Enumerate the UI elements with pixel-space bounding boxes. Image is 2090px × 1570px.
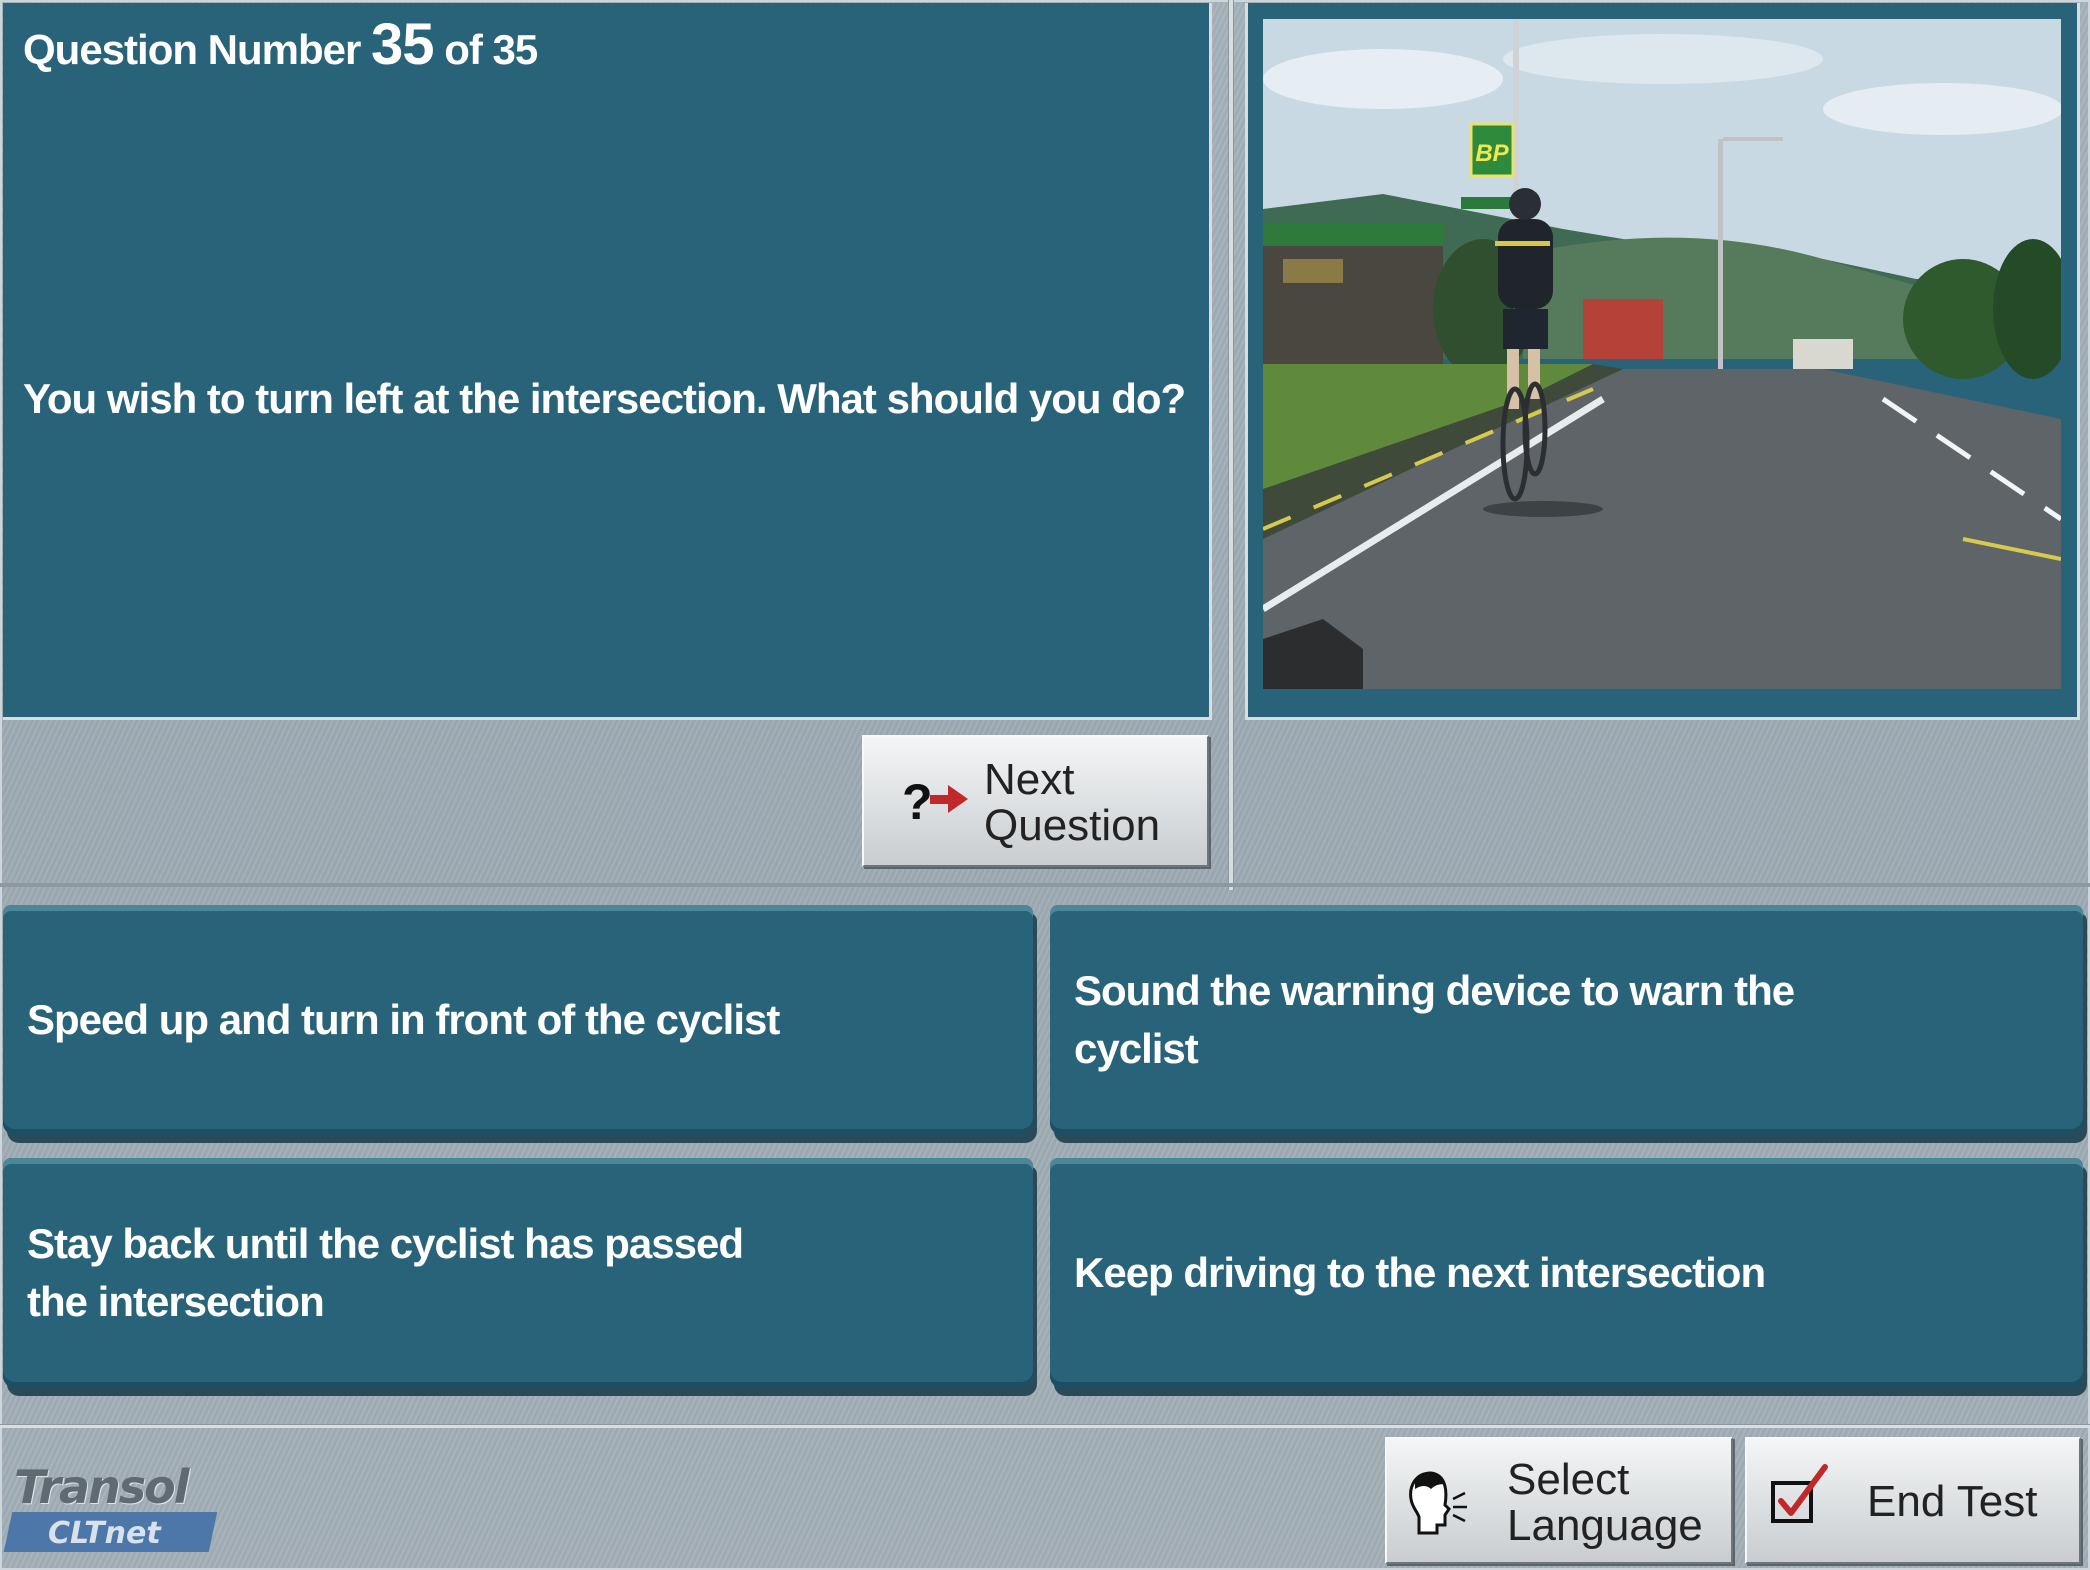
logo-top-text: Transol xyxy=(14,1460,190,1514)
select-language-label: Select Language xyxy=(1507,1457,1703,1549)
answer-option-3[interactable]: Stay back until the cyclist has passed t… xyxy=(3,1158,1033,1388)
transol-logo: Transol CLTnet xyxy=(3,1460,226,1555)
question-text: You wish to turn left at the intersectio… xyxy=(23,375,1186,422)
next-question-line2: Question xyxy=(984,801,1161,850)
image-panel: BP xyxy=(1245,3,2080,720)
answer-text: Keep driving to the next intersection xyxy=(1074,1249,1766,1296)
svg-text:?: ? xyxy=(902,774,933,830)
vertical-divider xyxy=(1228,0,1234,890)
bp-sign-text: BP xyxy=(1475,140,1509,167)
end-test-label: End Test xyxy=(1867,1477,2038,1526)
question-number: Question Number 35 of 35 xyxy=(23,11,538,78)
question-number-prefix: Question Number xyxy=(23,26,361,73)
answer-text: Speed up and turn in front of the cyclis… xyxy=(27,996,780,1043)
end-test-button[interactable]: End Test xyxy=(1745,1437,2081,1564)
answer-option-1[interactable]: Speed up and turn in front of the cyclis… xyxy=(3,905,1033,1135)
answer-option-2[interactable]: Sound the warning device to warn the cyc… xyxy=(1050,905,2083,1135)
next-question-label: Next Question xyxy=(984,757,1160,849)
footer-divider xyxy=(0,1424,2090,1428)
speaking-head-icon xyxy=(1401,1463,1471,1543)
answer-text: Stay back until the cyclist has passed t… xyxy=(27,1220,744,1325)
question-number-value: 35 xyxy=(371,12,435,77)
horizontal-divider xyxy=(0,883,2090,887)
question-panel: Question Number 35 of 35 You wish to tur… xyxy=(3,3,1212,720)
select-language-button[interactable]: Select Language xyxy=(1385,1437,1733,1564)
select-language-line2: Language xyxy=(1507,1501,1703,1550)
scenario-photo: BP xyxy=(1263,19,2061,689)
next-question-button[interactable]: ? Next Question xyxy=(862,735,1209,867)
answer-text: Sound the warning device to warn the cyc… xyxy=(1074,967,1795,1072)
select-language-line1: Select xyxy=(1507,1455,1630,1504)
logo-bottom-text: CLTnet xyxy=(48,1516,161,1551)
question-number-total: of 35 xyxy=(444,26,538,73)
answer-option-4[interactable]: Keep driving to the next intersection xyxy=(1050,1158,2083,1388)
checkbox-check-icon xyxy=(1769,1461,1831,1531)
question-arrow-icon: ? xyxy=(902,771,972,831)
next-question-line1: Next xyxy=(984,755,1075,804)
